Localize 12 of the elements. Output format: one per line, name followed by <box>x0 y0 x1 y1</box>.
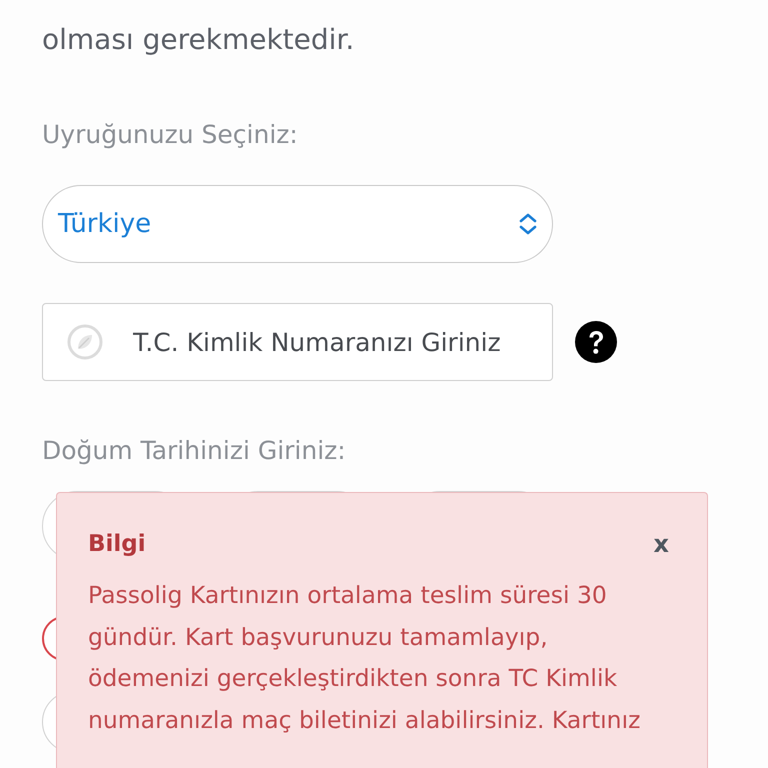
leaf-icon <box>67 324 103 360</box>
id-number-field[interactable]: T.C. Kimlik Numaranızı Giriniz <box>42 303 553 381</box>
intro-text: olması gerekmektedir. <box>42 22 354 58</box>
close-button[interactable]: x <box>646 530 677 558</box>
dialog-message: Passolig Kartınızın ortalama teslim süresi 30 gündür. Kart başvurunuzu tamamlayıp, ödemenizi gerçekleştirdikten sonra TC Kimlik numaranızla maç biletinizi alabilirsiniz. Kartınız <box>88 580 642 736</box>
nationality-select[interactable]: Türkiye <box>42 185 553 263</box>
nationality-label: Uyruğunuzu Seçiniz: <box>42 119 298 151</box>
help-icon[interactable] <box>575 321 617 363</box>
up-down-chevron-icon <box>518 212 538 236</box>
birth-date-label: Doğum Tarihinizi Giriniz: <box>42 435 346 467</box>
select-value: Türkiye <box>58 209 152 239</box>
dialog-title: Bilgi <box>88 531 146 557</box>
